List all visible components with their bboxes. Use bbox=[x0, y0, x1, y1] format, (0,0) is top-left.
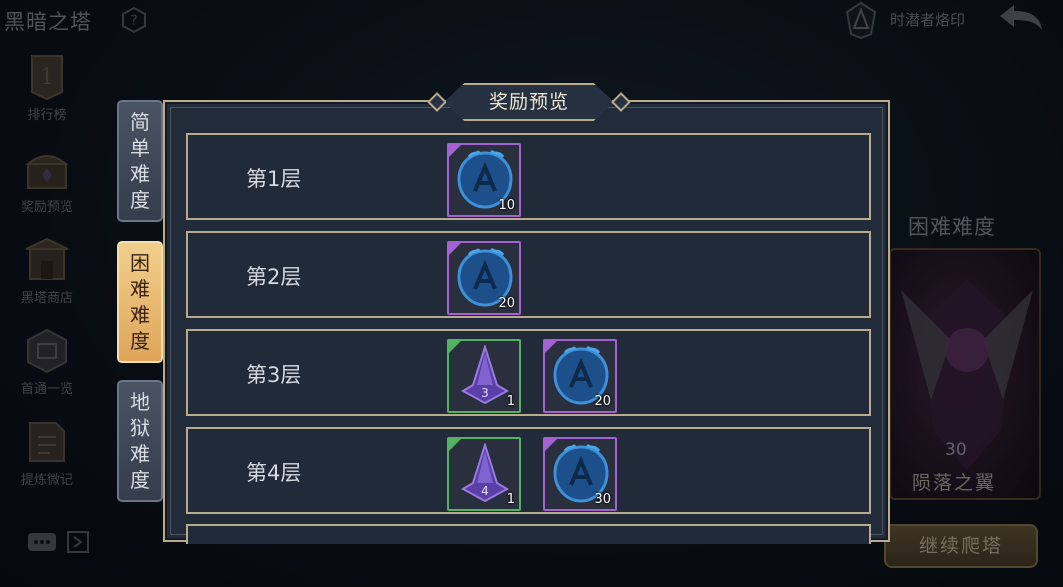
reward-item-blue-seal[interactable]: 20 bbox=[543, 339, 617, 413]
reward-row: 第4层 4 1 30 bbox=[186, 427, 871, 514]
tab-char: 狱 bbox=[130, 416, 150, 440]
tab-char: 难 bbox=[130, 442, 150, 466]
title-ornament bbox=[611, 92, 631, 112]
tab-easy[interactable]: 简 单 难 度 bbox=[117, 100, 163, 222]
tab-char: 地 bbox=[130, 390, 150, 414]
floor-label: 第1层 bbox=[246, 167, 302, 191]
tab-char: 度 bbox=[130, 188, 150, 212]
reward-item-blue-seal[interactable]: 20 bbox=[447, 241, 521, 315]
modal-title: 奖励预览 bbox=[488, 91, 569, 113]
reward-row: 第2层 20 bbox=[186, 231, 871, 318]
tab-char: 难 bbox=[130, 162, 150, 186]
tab-char: 难 bbox=[130, 277, 150, 301]
tab-char: 困 bbox=[130, 251, 150, 275]
floor-label: 第3层 bbox=[246, 363, 302, 387]
tab-char: 难 bbox=[130, 303, 150, 327]
reward-item-blue-seal[interactable]: 30 bbox=[543, 437, 617, 511]
tab-hard[interactable]: 困 难 难 度 bbox=[117, 241, 163, 363]
tab-hell[interactable]: 地 狱 难 度 bbox=[117, 380, 163, 502]
item-quantity: 20 bbox=[594, 394, 611, 409]
floor-label: 第4层 bbox=[246, 461, 302, 485]
svg-text:4: 4 bbox=[481, 484, 489, 498]
svg-text:3: 3 bbox=[481, 386, 489, 400]
floor-label: 第2层 bbox=[246, 265, 302, 289]
tab-char: 简 bbox=[130, 110, 150, 134]
tab-char: 度 bbox=[130, 329, 150, 353]
item-quantity: 10 bbox=[498, 198, 515, 213]
item-quantity: 1 bbox=[506, 492, 515, 507]
modal-title-plate: 奖励预览 bbox=[424, 83, 634, 121]
reward-item-blue-seal[interactable]: 10 bbox=[447, 143, 521, 217]
reward-row: 第1层 10 bbox=[186, 133, 871, 220]
item-quantity: 30 bbox=[594, 492, 611, 507]
reward-item-tower-token[interactable]: 3 1 bbox=[447, 339, 521, 413]
reward-item-tower-token[interactable]: 4 1 bbox=[447, 437, 521, 511]
item-quantity: 1 bbox=[506, 394, 515, 409]
item-quantity: 20 bbox=[498, 296, 515, 311]
reward-row-partial bbox=[186, 524, 871, 544]
tab-char: 度 bbox=[130, 468, 150, 492]
tab-char: 单 bbox=[130, 136, 150, 160]
reward-row: 第3层 3 1 20 bbox=[186, 329, 871, 416]
